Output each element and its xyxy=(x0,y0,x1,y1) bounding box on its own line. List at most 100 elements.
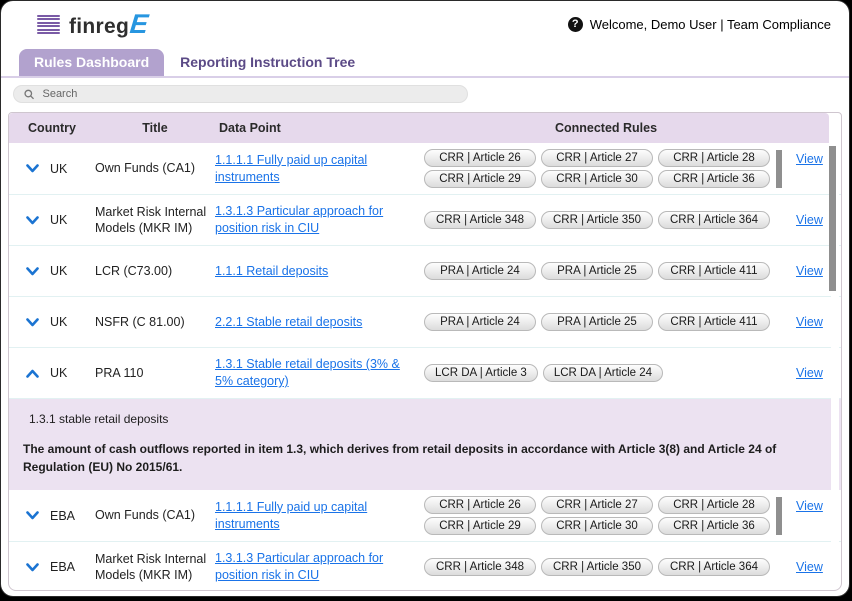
chevron-down-icon[interactable] xyxy=(25,264,39,278)
data-point-link[interactable]: 2.2.1 Stable retail deposits xyxy=(215,315,362,329)
rule-chip[interactable]: CRR | Article 27 xyxy=(541,496,653,514)
hamburger-menu-icon[interactable] xyxy=(37,15,60,34)
rule-chip[interactable]: CRR | Article 411 xyxy=(658,262,770,280)
chevron-down-icon[interactable] xyxy=(25,162,39,176)
connected-rules-cell: CRR | Article 26 CRR | Article 27 CRR | Ar… xyxy=(420,496,792,535)
data-point-link[interactable]: 1.3.1 Stable retail deposits (3% & 5% ca… xyxy=(215,357,400,388)
view-link[interactable]: View xyxy=(796,264,823,278)
table-row: EBA Market Risk Internal Models (MKR IM)… xyxy=(9,542,841,591)
data-point-link[interactable]: 1.3.1.3 Particular approach for position… xyxy=(215,551,383,582)
country-cell: UK xyxy=(9,213,95,227)
column-header-title: Title xyxy=(95,121,215,135)
rule-chip[interactable]: PRA | Article 25 xyxy=(541,313,653,331)
rule-chip[interactable]: CRR | Article 348 xyxy=(424,558,536,576)
connected-rules-cell: PRA | Article 24 PRA | Article 25 CRR | Ar… xyxy=(420,262,792,280)
view-link[interactable]: View xyxy=(796,213,823,227)
search-input[interactable] xyxy=(40,87,457,101)
app-window: finregE ? Welcome, Demo User | Team Comp… xyxy=(1,1,849,596)
data-point-link[interactable]: 1.1.1 Retail deposits xyxy=(215,264,328,278)
rule-chip[interactable]: CRR | Article 28 xyxy=(658,496,770,514)
table-row: UK LCR (C73.00) 1.1.1 Retail deposits PR… xyxy=(9,246,841,297)
rule-chip[interactable]: CRR | Article 29 xyxy=(424,170,536,188)
rule-chip[interactable]: CRR | Article 30 xyxy=(541,517,653,535)
rule-chip[interactable]: CRR | Article 36 xyxy=(658,517,770,535)
view-link[interactable]: View xyxy=(796,152,823,166)
rule-chip[interactable]: PRA | Article 24 xyxy=(424,313,536,331)
chevron-down-icon[interactable] xyxy=(25,213,39,227)
chevron-down-icon[interactable] xyxy=(25,509,39,523)
data-point-cell: 1.1.1.1 Fully paid up capital instrument… xyxy=(215,499,420,533)
rule-chip[interactable]: PRA | Article 25 xyxy=(541,262,653,280)
user-welcome-area: ? Welcome, Demo User | Team Compliance xyxy=(568,17,831,32)
connected-rules-cell: CRR | Article 348 CRR | Article 350 CRR | … xyxy=(420,211,792,229)
rule-chip[interactable]: CRR | Article 29 xyxy=(424,517,536,535)
detail-title: 1.3.1 stable retail deposits xyxy=(23,412,825,426)
help-icon[interactable]: ? xyxy=(568,17,583,32)
data-point-link[interactable]: 1.3.1.3 Particular approach for position… xyxy=(215,204,383,235)
data-point-link[interactable]: 1.1.1.1 Fully paid up capital instrument… xyxy=(215,500,367,531)
rule-chip[interactable]: LCR DA | Article 3 xyxy=(424,364,538,382)
rule-chip[interactable]: CRR | Article 26 xyxy=(424,496,536,514)
table-scrollbar-track[interactable] xyxy=(831,143,839,588)
top-bar: finregE ? Welcome, Demo User | Team Comp… xyxy=(1,1,849,48)
data-point-link[interactable]: 1.1.1.1 Fully paid up capital instrument… xyxy=(215,153,367,184)
table-scrollbar-thumb[interactable] xyxy=(829,146,836,291)
tab-reporting-instruction-tree[interactable]: Reporting Instruction Tree xyxy=(174,49,370,76)
title-cell: Own Funds (CA1) xyxy=(95,507,215,523)
rule-chip[interactable]: CRR | Article 27 xyxy=(541,149,653,167)
chevron-down-icon[interactable] xyxy=(25,560,39,574)
welcome-text: Welcome, Demo User | Team Compliance xyxy=(590,17,831,32)
title-cell: LCR (C73.00) xyxy=(95,263,215,279)
table-header-row: Country Title Data Point Connected Rules xyxy=(9,113,829,143)
rule-chip[interactable]: CRR | Article 364 xyxy=(658,211,770,229)
app-logo: finregE xyxy=(69,11,148,39)
rule-chip[interactable]: CRR | Article 350 xyxy=(541,558,653,576)
view-link[interactable]: View xyxy=(796,499,823,513)
data-point-cell: 1.3.1.3 Particular approach for position… xyxy=(215,203,420,237)
rules-scrollbar-thumb[interactable] xyxy=(776,150,782,188)
chevron-down-icon[interactable] xyxy=(25,315,39,329)
rule-chip[interactable]: CRR | Article 28 xyxy=(658,149,770,167)
view-link[interactable]: View xyxy=(796,560,823,574)
column-header-country: Country xyxy=(9,121,95,135)
column-header-data-point: Data Point xyxy=(215,121,420,135)
rule-chip[interactable]: CRR | Article 350 xyxy=(541,211,653,229)
connected-rules-cell: CRR | Article 26 CRR | Article 27 CRR | Ar… xyxy=(420,149,792,188)
column-header-connected-rules: Connected Rules xyxy=(420,121,792,135)
rule-chip[interactable]: CRR | Article 26 xyxy=(424,149,536,167)
rule-chip[interactable]: CRR | Article 411 xyxy=(658,313,770,331)
rule-chip[interactable]: PRA | Article 24 xyxy=(424,262,536,280)
title-cell: Market Risk Internal Models (MKR IM) xyxy=(95,204,215,237)
rule-chip[interactable]: LCR DA | Article 24 xyxy=(543,364,663,382)
rule-chip[interactable]: CRR | Article 30 xyxy=(541,170,653,188)
detail-description: The amount of cash outflows reported in … xyxy=(23,440,825,476)
title-cell: NSFR (C 81.00) xyxy=(95,314,215,330)
connected-rules-cell: LCR DA | Article 3 LCR DA | Article 24 xyxy=(420,364,792,382)
data-point-cell: 1.1.1 Retail deposits xyxy=(215,263,420,280)
logo-accent-letter: E xyxy=(129,11,150,38)
brand: finregE xyxy=(37,11,148,39)
country-cell: UK xyxy=(9,162,95,176)
expanded-detail-panel: 1.3.1 stable retail deposits The amount … xyxy=(9,399,841,490)
table-row: UK NSFR (C 81.00) 2.2.1 Stable retail de… xyxy=(9,297,841,348)
tab-bar: Rules Dashboard Reporting Instruction Tr… xyxy=(1,48,849,78)
rule-chip[interactable]: CRR | Article 36 xyxy=(658,170,770,188)
table-row: EBA Own Funds (CA1) 1.1.1.1 Fully paid u… xyxy=(9,490,841,542)
rules-scrollbar-thumb[interactable] xyxy=(776,497,782,535)
table-row: UK PRA 110 1.3.1 Stable retail deposits … xyxy=(9,348,841,399)
view-link[interactable]: View xyxy=(796,366,823,380)
data-point-cell: 2.2.1 Stable retail deposits xyxy=(215,314,420,331)
title-cell: Own Funds (CA1) xyxy=(95,160,215,176)
country-label: UK xyxy=(50,315,67,329)
country-label: UK xyxy=(50,162,67,176)
chevron-up-icon[interactable] xyxy=(25,366,39,380)
connected-rules-cell: PRA | Article 24 PRA | Article 25 CRR | Ar… xyxy=(420,313,792,331)
country-label: EBA xyxy=(50,509,75,523)
rule-chip[interactable]: CRR | Article 348 xyxy=(424,211,536,229)
search-box[interactable] xyxy=(13,85,468,103)
country-cell: UK xyxy=(9,315,95,329)
search-icon xyxy=(24,89,34,100)
tab-rules-dashboard[interactable]: Rules Dashboard xyxy=(19,49,164,76)
view-link[interactable]: View xyxy=(796,315,823,329)
rule-chip[interactable]: CRR | Article 364 xyxy=(658,558,770,576)
